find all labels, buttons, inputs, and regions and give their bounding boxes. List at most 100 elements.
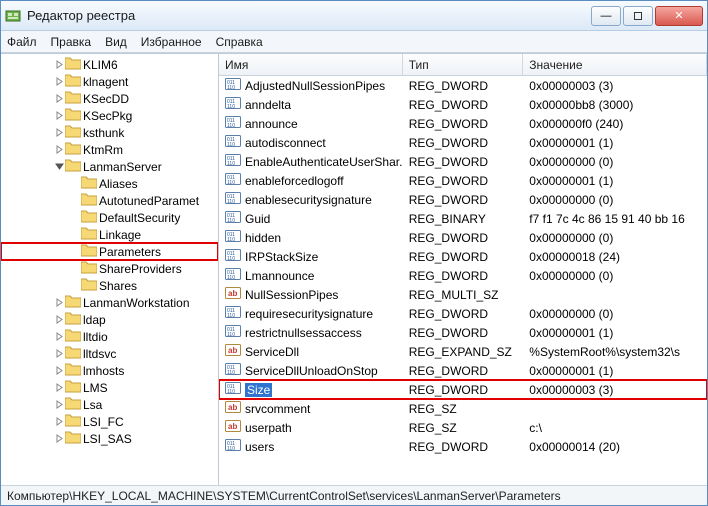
expander-closed-icon[interactable]: [53, 127, 65, 139]
titlebar[interactable]: Редактор реестра — ✕: [1, 1, 707, 31]
value-row[interactable]: 011110EnableAuthenticateUserShar...REG_D…: [219, 152, 707, 171]
expander-closed-icon[interactable]: [53, 365, 65, 377]
value-row[interactable]: absrvcommentREG_SZ: [219, 399, 707, 418]
expander-closed-icon[interactable]: [53, 348, 65, 360]
value-row[interactable]: 011110SizeREG_DWORD0x00000003 (3): [219, 380, 707, 399]
tree-item[interactable]: KSecPkg: [1, 107, 218, 124]
tree-item[interactable]: LSI_FC: [1, 413, 218, 430]
expander-closed-icon[interactable]: [53, 433, 65, 445]
expander-closed-icon[interactable]: [53, 110, 65, 122]
value-row[interactable]: 011110anndeltaREG_DWORD0x00000bb8 (3000): [219, 95, 707, 114]
tree-item[interactable]: Aliases: [1, 175, 218, 192]
expander-closed-icon[interactable]: [53, 399, 65, 411]
menu-edit[interactable]: Правка: [51, 35, 92, 49]
menu-file[interactable]: Файл: [7, 35, 37, 49]
binary-value-icon: 011110: [225, 361, 241, 380]
expander-closed-icon[interactable]: [53, 144, 65, 156]
tree-item[interactable]: ksthunk: [1, 124, 218, 141]
folder-icon: [65, 328, 83, 345]
value-data: f7 f1 7c 4c 86 15 91 40 bb 16: [523, 212, 707, 226]
value-name: announce: [245, 117, 298, 131]
value-row[interactable]: abNullSessionPipesREG_MULTI_SZ: [219, 285, 707, 304]
tree-item[interactable]: Parameters: [1, 243, 218, 260]
tree-item[interactable]: Lsa: [1, 396, 218, 413]
value-name: autodisconnect: [245, 136, 326, 150]
tree-item[interactable]: LanmanWorkstation: [1, 294, 218, 311]
close-button[interactable]: ✕: [655, 6, 703, 26]
value-row[interactable]: abuserpathREG_SZc:\: [219, 418, 707, 437]
expander-none: [69, 178, 81, 190]
value-data: 0x00000000 (0): [523, 193, 707, 207]
value-type: REG_DWORD: [403, 136, 524, 150]
tree-item[interactable]: LanmanServer: [1, 158, 218, 175]
tree-item[interactable]: AutotunedParamet: [1, 192, 218, 209]
folder-icon: [65, 56, 83, 73]
tree-item[interactable]: DefaultSecurity: [1, 209, 218, 226]
maximize-button[interactable]: [623, 6, 653, 26]
menu-help[interactable]: Справка: [216, 35, 263, 49]
value-row[interactable]: 011110enableforcedlogoffREG_DWORD0x00000…: [219, 171, 707, 190]
value-row[interactable]: 011110requiresecuritysignatureREG_DWORD0…: [219, 304, 707, 323]
tree-item[interactable]: LSI_SAS: [1, 430, 218, 447]
tree-item[interactable]: KSecDD: [1, 90, 218, 107]
expander-closed-icon[interactable]: [53, 297, 65, 309]
value-row[interactable]: 011110enablesecuritysignatureREG_DWORD0x…: [219, 190, 707, 209]
expander-closed-icon[interactable]: [53, 76, 65, 88]
expander-closed-icon[interactable]: [53, 93, 65, 105]
value-row[interactable]: 011110announceREG_DWORD0x000000f0 (240): [219, 114, 707, 133]
expander-closed-icon[interactable]: [53, 382, 65, 394]
minimize-button[interactable]: —: [591, 6, 621, 26]
list-body[interactable]: 011110AdjustedNullSessionPipesREG_DWORD0…: [219, 76, 707, 485]
tree-item[interactable]: Shares: [1, 277, 218, 294]
value-type: REG_SZ: [403, 402, 524, 416]
tree-item[interactable]: lltdsvc: [1, 345, 218, 362]
binary-value-icon: 011110: [225, 133, 241, 152]
menu-favorites[interactable]: Избранное: [141, 35, 202, 49]
tree-item[interactable]: lmhosts: [1, 362, 218, 379]
tree-item[interactable]: Linkage: [1, 226, 218, 243]
value-name: users: [245, 440, 274, 454]
expander-closed-icon[interactable]: [53, 314, 65, 326]
tree-item[interactable]: KLIM6: [1, 56, 218, 73]
value-row[interactable]: 011110restrictnullsessaccessREG_DWORD0x0…: [219, 323, 707, 342]
binary-value-icon: 011110: [225, 95, 241, 114]
tree-item[interactable]: lltdio: [1, 328, 218, 345]
tree-item[interactable]: ldap: [1, 311, 218, 328]
tree-item[interactable]: ShareProviders: [1, 260, 218, 277]
value-data: 0x00000000 (0): [523, 155, 707, 169]
binary-value-icon: 011110: [225, 437, 241, 456]
value-name: ServiceDllUnloadOnStop: [245, 364, 378, 378]
value-type: REG_DWORD: [403, 155, 524, 169]
value-row[interactable]: 011110hiddenREG_DWORD0x00000000 (0): [219, 228, 707, 247]
value-row[interactable]: abServiceDllREG_EXPAND_SZ%SystemRoot%\sy…: [219, 342, 707, 361]
value-data: 0x00000003 (3): [523, 383, 707, 397]
binary-value-icon: 011110: [225, 152, 241, 171]
value-row[interactable]: 011110LmannounceREG_DWORD0x00000000 (0): [219, 266, 707, 285]
svg-text:110: 110: [227, 256, 235, 262]
expander-closed-icon[interactable]: [53, 59, 65, 71]
tree-pane[interactable]: KLIM6klnagentKSecDDKSecPkgksthunkKtmRmLa…: [1, 54, 219, 485]
value-name: hidden: [245, 231, 281, 245]
tree-item[interactable]: KtmRm: [1, 141, 218, 158]
menu-view[interactable]: Вид: [105, 35, 127, 49]
tree-item[interactable]: klnagent: [1, 73, 218, 90]
value-row[interactable]: 011110usersREG_DWORD0x00000014 (20): [219, 437, 707, 456]
tree-item-label: Parameters: [99, 245, 161, 259]
expander-open-icon[interactable]: [53, 161, 65, 173]
tree-item-label: AutotunedParamet: [99, 194, 199, 208]
value-row[interactable]: 011110autodisconnectREG_DWORD0x00000001 …: [219, 133, 707, 152]
folder-icon: [81, 175, 99, 192]
column-name[interactable]: Имя: [219, 54, 403, 75]
value-type: REG_DWORD: [403, 364, 524, 378]
value-row[interactable]: 011110IRPStackSizeREG_DWORD0x00000018 (2…: [219, 247, 707, 266]
column-data[interactable]: Значение: [523, 54, 707, 75]
tree-item-label: lltdsvc: [83, 347, 116, 361]
value-row[interactable]: 011110AdjustedNullSessionPipesREG_DWORD0…: [219, 76, 707, 95]
tree-item[interactable]: LMS: [1, 379, 218, 396]
value-row[interactable]: 011110GuidREG_BINARYf7 f1 7c 4c 86 15 91…: [219, 209, 707, 228]
column-type[interactable]: Тип: [403, 54, 524, 75]
expander-closed-icon[interactable]: [53, 416, 65, 428]
expander-closed-icon[interactable]: [53, 331, 65, 343]
binary-value-icon: 011110: [225, 76, 241, 95]
value-row[interactable]: 011110ServiceDllUnloadOnStopREG_DWORD0x0…: [219, 361, 707, 380]
